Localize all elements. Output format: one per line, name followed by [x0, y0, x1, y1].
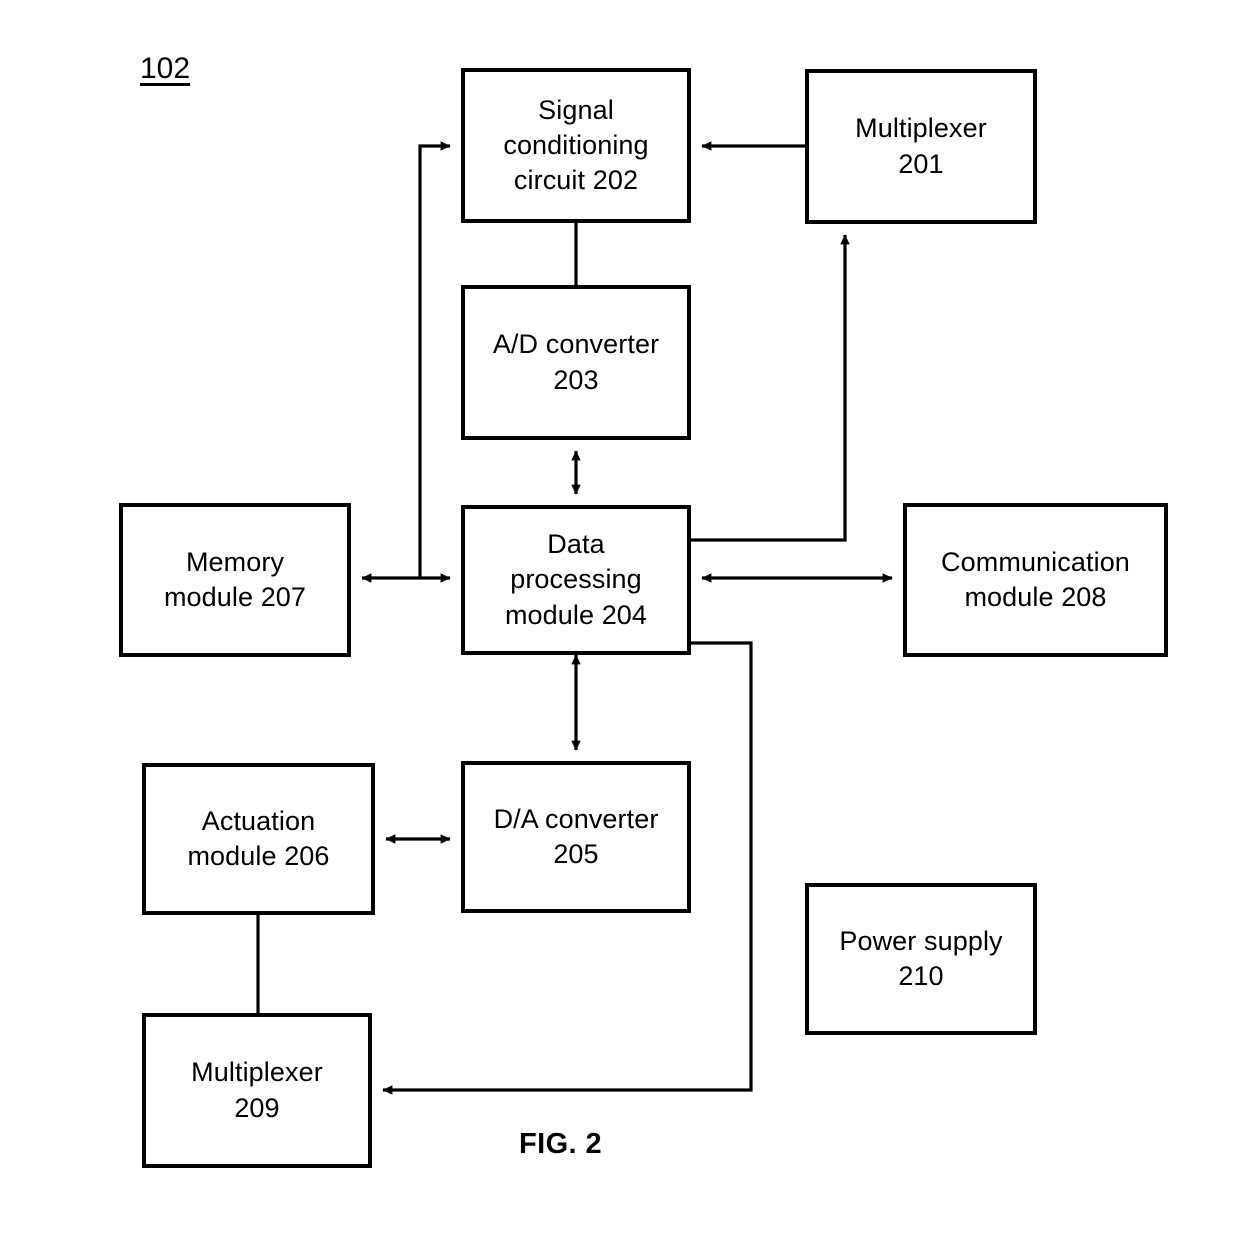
node-label: A/D converter 203 [492, 329, 660, 395]
node-power-supply-210[interactable]: Power supply 210 [805, 883, 1037, 1035]
figure-canvas: 102 Signal conditioning circuit 202 Mult… [0, 0, 1240, 1252]
node-memory-module-207[interactable]: Memory module 207 [119, 503, 351, 657]
node-label: Communication module 208 [941, 546, 1130, 612]
node-ad-converter-203[interactable]: A/D converter 203 [461, 285, 691, 440]
node-label: Power supply 210 [839, 925, 1003, 991]
node-label: Actuation module 206 [187, 805, 330, 871]
connector-data-processing-to-signal-conditioning [418, 141, 451, 578]
figure-caption: FIG. 2 [519, 1128, 602, 1160]
node-label: Multiplexer 209 [191, 1057, 323, 1123]
node-label: Memory module 207 [163, 546, 307, 612]
node-label: D/A converter 205 [493, 803, 659, 869]
node-label: Data processing module 204 [504, 529, 648, 630]
node-label: Multiplexer 201 [855, 113, 987, 179]
node-label: Signal conditioning circuit 202 [503, 94, 649, 196]
node-signal-conditioning-circuit-202[interactable]: Signal conditioning circuit 202 [461, 68, 691, 223]
node-multiplexer-201[interactable]: Multiplexer 201 [805, 69, 1037, 224]
connector-data-processing-to-multiplexer201 [691, 234, 850, 542]
node-da-converter-205[interactable]: D/A converter 205 [461, 761, 691, 913]
node-multiplexer-209[interactable]: Multiplexer 209 [142, 1013, 372, 1168]
node-actuation-module-206[interactable]: Actuation module 206 [142, 763, 375, 915]
node-data-processing-module-204[interactable]: Data processing module 204 [461, 505, 691, 655]
node-communication-module-208[interactable]: Communication module 208 [903, 503, 1168, 657]
figure-reference-numeral: 102 [140, 52, 191, 85]
